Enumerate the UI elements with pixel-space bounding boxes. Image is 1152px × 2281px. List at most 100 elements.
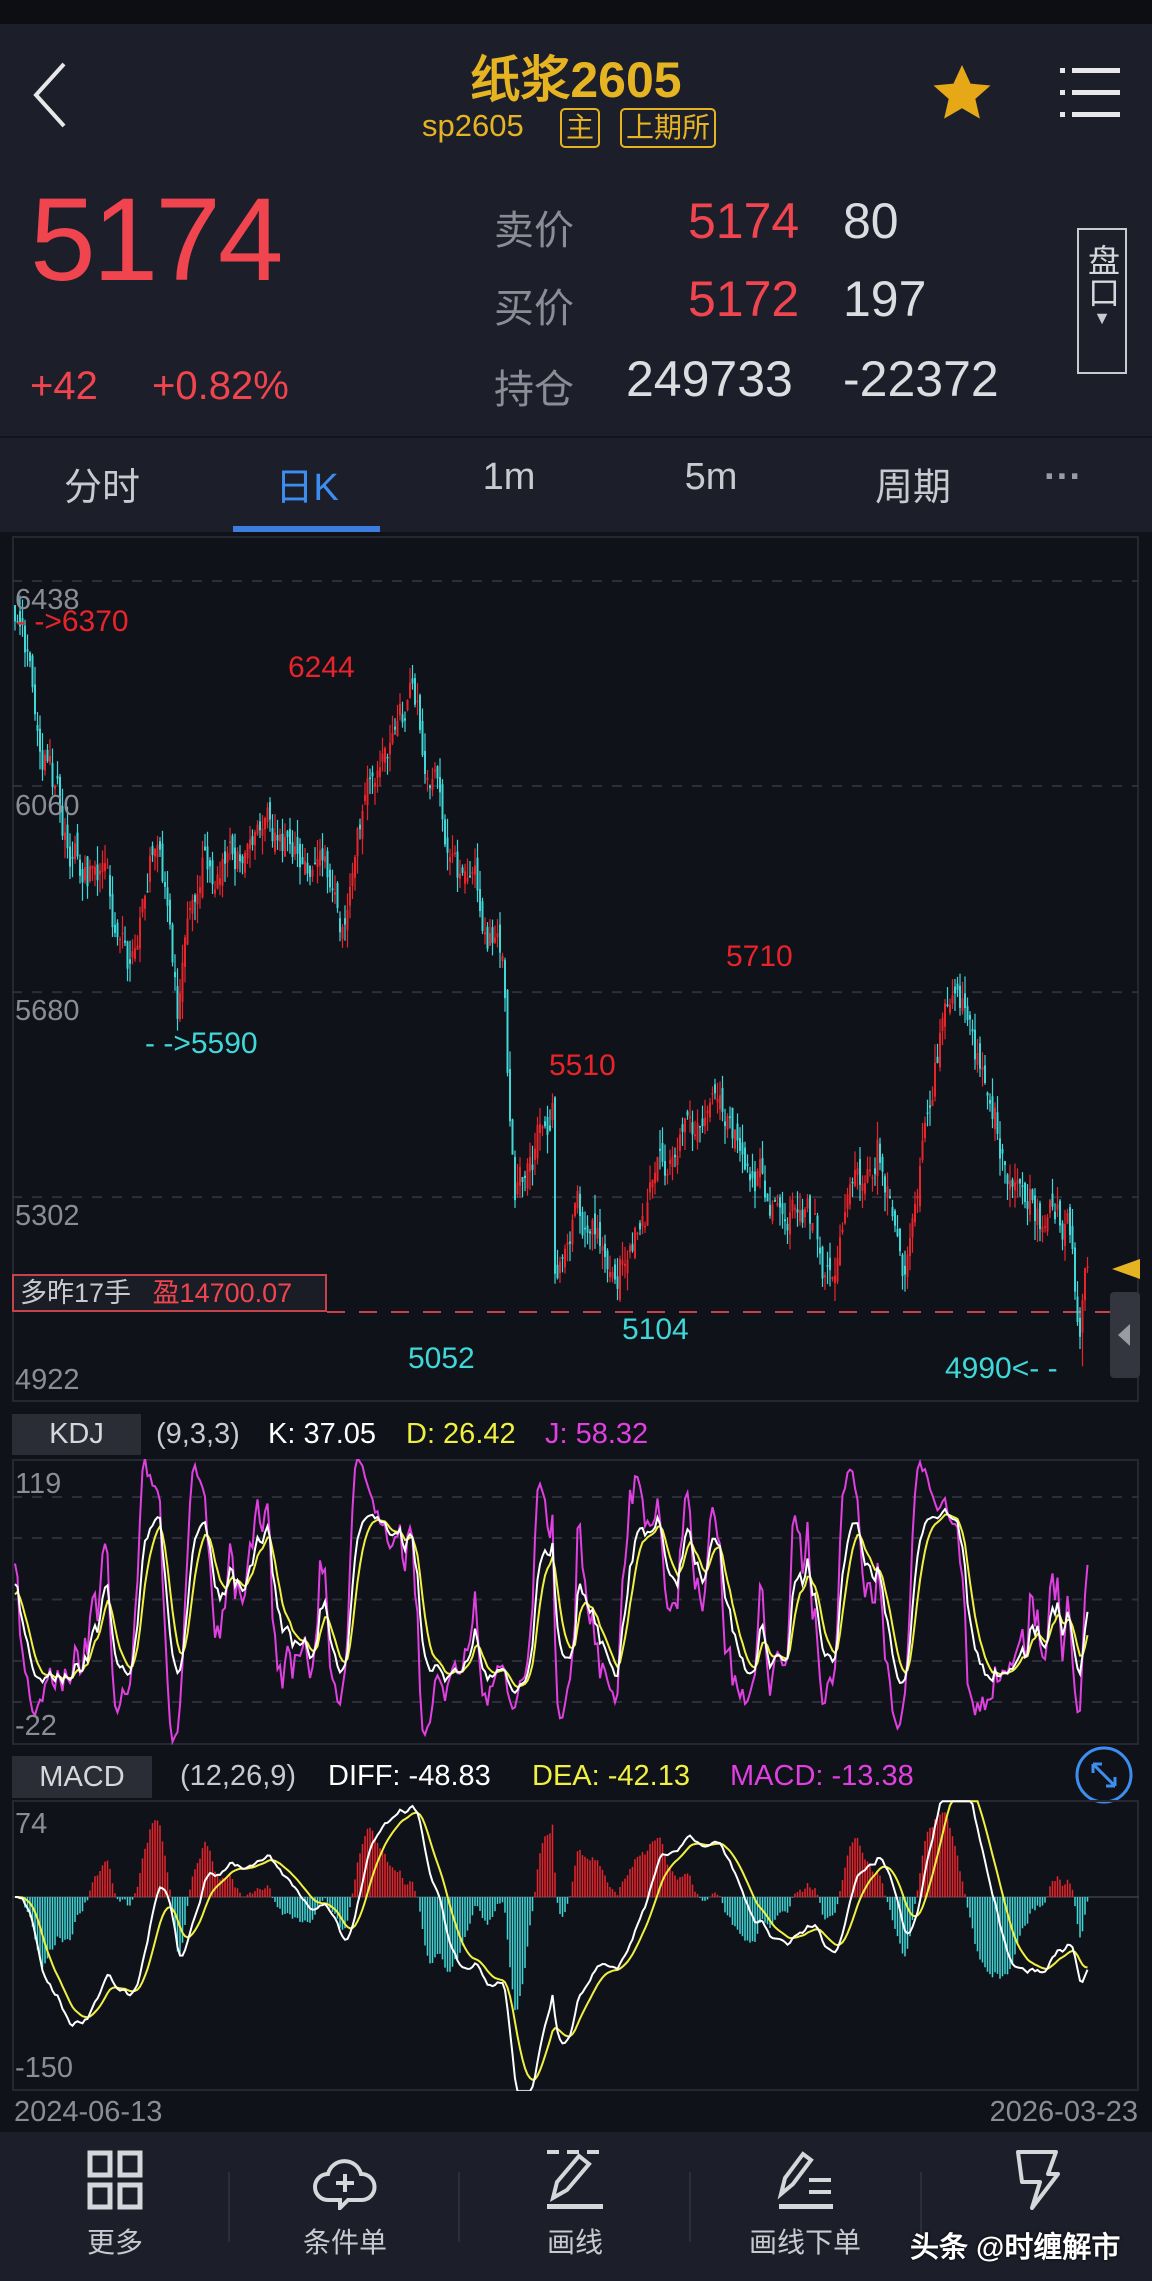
candle-body [684,1118,686,1133]
candle-body [834,1275,836,1284]
candle-body [556,1264,559,1278]
candle-body [574,1203,576,1216]
candle [256,820,259,837]
candle [261,815,264,855]
candle-body [609,1272,611,1277]
kdj-plot[interactable] [12,1459,1139,1745]
candle-body [1054,1211,1056,1220]
candle-body [521,1177,524,1183]
candle [186,901,189,946]
candle-body [361,810,364,839]
kdj-indicator-selector[interactable]: KDJ [12,1414,141,1455]
draw-line-button[interactable]: 画线 [495,2150,655,2261]
candle-body [149,855,151,882]
candle-body [204,846,206,851]
candle [379,750,381,787]
menu-icon[interactable] [1060,66,1122,120]
candle [356,826,359,874]
candle-body [776,1203,779,1206]
candle-body [1026,1201,1029,1209]
macd-indicator-selector[interactable]: MACD [12,1756,152,1798]
exchange-badge: 上期所 [620,108,717,148]
candle [271,814,274,848]
y-label: 5680 [15,995,80,1027]
candle-body [256,824,259,834]
tab-5m[interactable]: 5m [685,456,738,499]
bid-price: 5172 [688,271,800,327]
annotation-peak: 6244 [288,651,355,684]
candle-body [989,1099,991,1104]
candle-body [539,1123,541,1134]
candle-body [156,844,159,858]
more-tabs-icon[interactable]: ··· [1044,456,1082,499]
candle-body [731,1107,734,1139]
expand-icon[interactable] [1073,1745,1135,1805]
candle-body [314,862,316,865]
candle [326,847,329,894]
candle-body [131,951,134,958]
candle-body [441,784,444,820]
candle [834,1257,836,1302]
candle [741,1124,744,1174]
candle [519,1157,521,1198]
candle-body [524,1175,526,1178]
candle-body [354,857,356,878]
position-info-box[interactable]: 多昨17手 盈14700.07 [12,1274,327,1312]
candle [154,848,156,871]
candle-body [451,853,454,856]
macd-plot[interactable] [12,1800,1139,2091]
more-label: 更多 [86,2227,143,2258]
candle-body [431,778,434,791]
side-panel-toggle[interactable] [1110,1292,1140,1378]
conditional-order-button[interactable]: 条件单 [265,2150,425,2261]
candle [701,1105,704,1134]
candle [299,838,301,885]
tab-1m[interactable]: 1m [483,456,536,499]
tab-timeshare[interactable]: 分时 [64,456,140,511]
candle [576,1185,579,1214]
candle [521,1176,524,1198]
candle [879,1137,881,1171]
candle [674,1147,676,1168]
more-button[interactable]: 更多 [35,2150,195,2261]
open-interest-label: 持仓 [494,368,574,412]
candle-body [99,870,101,875]
candle-body [951,995,954,1004]
candle [611,1266,614,1283]
divider [458,2172,460,2242]
quick-order-button[interactable] [955,2150,1115,2215]
ask-volume: 80 [843,193,899,249]
candle [199,875,201,909]
candle-body [984,1065,986,1083]
star-icon[interactable] [930,62,994,124]
candle [339,911,341,942]
date-start: 2024-06-13 [14,2096,163,2128]
candle [599,1208,601,1254]
candle [96,846,99,896]
tab-daily-k[interactable]: 日K [275,456,338,511]
candle [489,918,491,947]
candle-body [656,1157,659,1181]
candle [81,862,84,901]
candle [534,1132,536,1176]
candle-body [831,1277,834,1280]
candle [106,858,109,869]
candle-body [74,843,76,860]
candle-body [859,1159,861,1185]
candle-body [566,1242,569,1246]
candlestick-plot[interactable] [12,536,1139,1402]
depth-toggle-button[interactable]: 盘口 ▼ [1077,228,1127,374]
draw-line-order-button[interactable]: 画线下单 [725,2150,885,2261]
tab-period[interactable]: 周期 [875,456,951,511]
candle-body [486,926,489,949]
candle [149,847,151,893]
candle-body [976,1052,979,1065]
candle-body [604,1243,606,1257]
position-side: 多昨17手 [20,1278,132,1308]
candle-body [284,837,286,857]
candle-body [596,1228,599,1239]
candle-body [601,1246,604,1251]
candle-body [349,886,351,906]
candle-body [799,1210,801,1222]
candle [311,865,314,883]
